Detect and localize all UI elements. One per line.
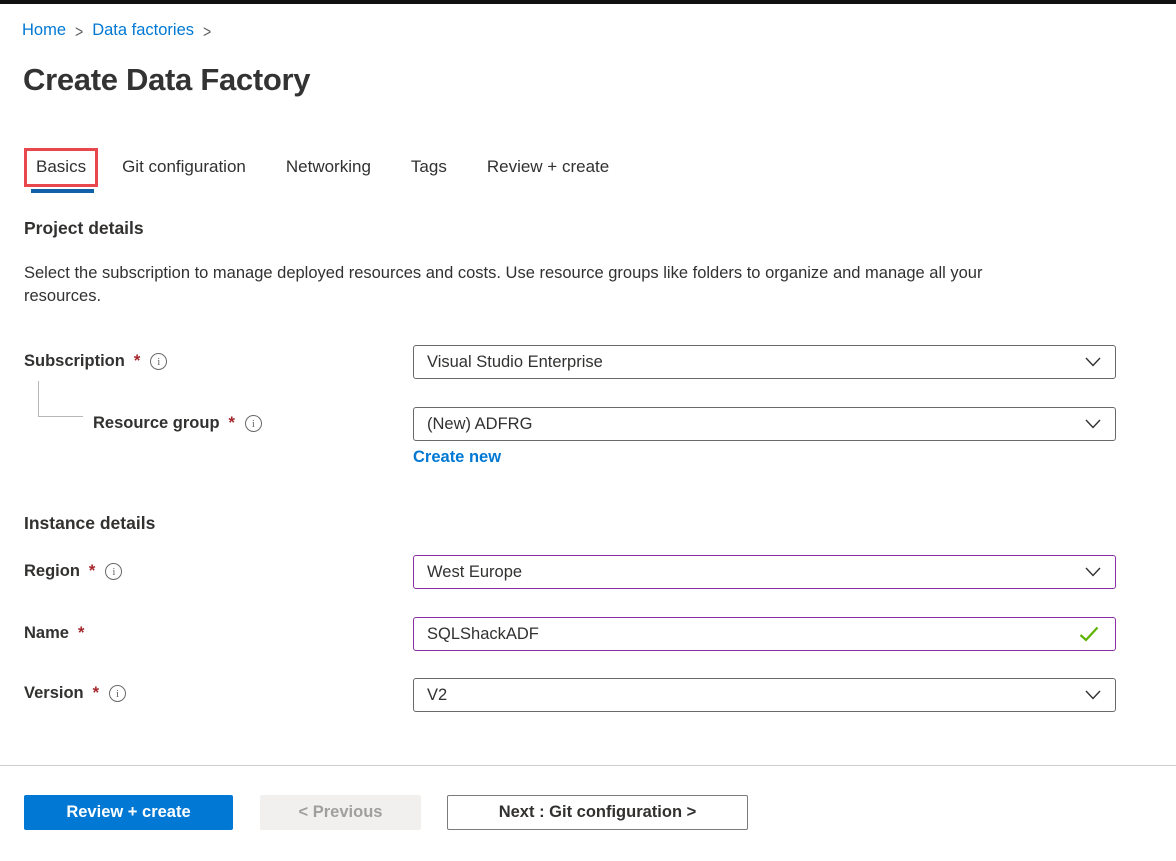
breadcrumb-separator-icon: > (203, 20, 212, 41)
create-new-link[interactable]: Create new (413, 448, 501, 467)
valid-checkmark-icon (1079, 626, 1099, 642)
name-field-container (413, 617, 1116, 651)
info-icon[interactable]: i (150, 353, 168, 370)
tab-bar: Basics Git configuration Networking Tags… (24, 146, 609, 188)
resource-group-dropdown-value: (New) ADFRG (427, 414, 533, 433)
resource-group-label: Resource group * i (93, 414, 262, 433)
tab-git-configuration[interactable]: Git configuration (122, 157, 246, 177)
required-asterisk: * (77, 624, 85, 642)
version-dropdown-value: V2 (427, 685, 448, 704)
active-tab-indicator (31, 189, 94, 193)
tab-tags[interactable]: Tags (411, 157, 447, 177)
required-asterisk: * (133, 352, 141, 370)
required-asterisk: * (92, 684, 100, 702)
region-dropdown-value: West Europe (427, 562, 523, 581)
subscription-label: Subscription * i (24, 352, 168, 371)
chevron-down-icon (1085, 357, 1101, 367)
required-asterisk: * (88, 562, 96, 580)
tab-networking[interactable]: Networking (286, 157, 371, 177)
version-label-text: Version (24, 684, 84, 702)
breadcrumb-home-link[interactable]: Home (22, 21, 66, 40)
previous-button[interactable]: < Previous (260, 795, 421, 830)
instance-details-heading: Instance details (24, 513, 156, 533)
version-label: Version * i (24, 684, 127, 703)
info-icon[interactable]: i (105, 563, 123, 580)
resource-group-dropdown[interactable]: (New) ADFRG (413, 407, 1116, 441)
chevron-down-icon (1085, 419, 1101, 429)
breadcrumb: Home > Data factories > (22, 20, 212, 41)
review-create-button[interactable]: Review + create (24, 795, 233, 830)
breadcrumb-data-factories-link[interactable]: Data factories (92, 21, 194, 40)
chevron-down-icon (1085, 567, 1101, 577)
name-label-text: Name (24, 624, 69, 642)
resource-group-label-text: Resource group (93, 414, 220, 432)
required-asterisk: * (228, 414, 235, 432)
region-label-text: Region (24, 562, 80, 580)
tab-basics[interactable]: Basics (36, 157, 86, 176)
region-label: Region * i (24, 562, 123, 581)
footer-divider (0, 765, 1176, 766)
info-icon[interactable]: i (244, 415, 262, 432)
version-dropdown[interactable]: V2 (413, 678, 1116, 712)
subscription-label-text: Subscription (24, 352, 125, 370)
region-dropdown[interactable]: West Europe (413, 555, 1116, 589)
subscription-dropdown[interactable]: Visual Studio Enterprise (413, 345, 1116, 379)
project-details-description: Select the subscription to manage deploy… (24, 264, 983, 305)
tab-review-create[interactable]: Review + create (487, 157, 609, 177)
project-details-heading: Project details (24, 218, 144, 238)
page-title: Create Data Factory (23, 62, 311, 97)
name-label: Name * (24, 624, 84, 643)
subscription-dropdown-value: Visual Studio Enterprise (427, 352, 603, 371)
window-top-edge (0, 0, 1176, 4)
name-input[interactable] (427, 618, 1071, 650)
info-icon[interactable]: i (109, 685, 127, 702)
basics-tab-annotation-box: Basics (24, 147, 99, 187)
field-hierarchy-connector (38, 381, 83, 417)
next-git-configuration-button[interactable]: Next : Git configuration > (447, 795, 748, 830)
chevron-down-icon (1085, 690, 1101, 700)
breadcrumb-separator-icon: > (75, 20, 84, 41)
